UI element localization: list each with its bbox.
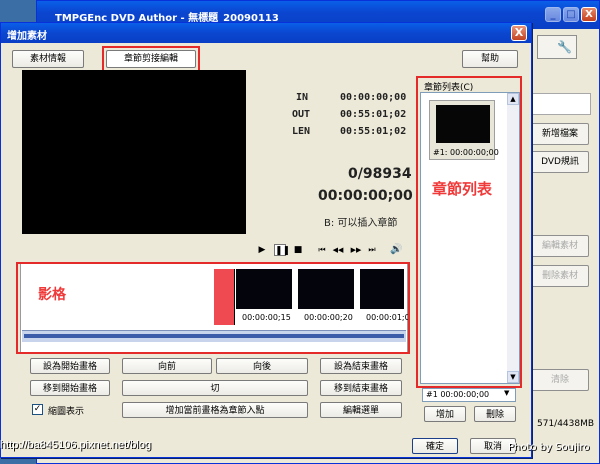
in-timecode: 00:00:00;00 (340, 92, 407, 103)
edit-material-button[interactable]: 編輯素材 (531, 235, 589, 257)
tool-button[interactable]: 🔧 (537, 35, 577, 59)
delete-button[interactable]: 刪除 (474, 406, 516, 422)
cut-button[interactable]: 切 (122, 380, 308, 396)
edit-menu-button[interactable]: 編輯選單 (320, 402, 402, 418)
len-timecode: 00:55:01;02 (340, 126, 407, 137)
delete-material-button[interactable]: 刪除素材 (531, 265, 589, 287)
goto-start-frame-button[interactable]: 移到開始畫格 (30, 380, 110, 396)
stop-icon[interactable]: ■ (292, 244, 304, 256)
timeline-annotation: 影格 (38, 287, 66, 303)
dialog-titlebar: 增加素材 X (1, 23, 531, 43)
timeline-highlight (16, 262, 410, 354)
dvd-info-button[interactable]: DVD規訊 (531, 151, 589, 173)
set-start-frame-button[interactable]: 設為開始畫格 (30, 358, 110, 374)
prev-button[interactable]: 向前 (122, 358, 212, 374)
zoom-display-label: 縮圖表示 (48, 407, 85, 417)
last-frame-icon[interactable]: ⏭ (366, 244, 378, 256)
chapter-hint: B: 可以插入章節 (324, 218, 398, 229)
chapter-select[interactable]: #1 00:00:00;00 (422, 388, 516, 402)
forward-icon[interactable]: ▶▶ (350, 244, 362, 256)
zoom-display-checkbox[interactable]: ✓ (32, 404, 43, 415)
disc-size-readout: 571/4438MB (537, 419, 595, 429)
ok-button[interactable]: 確定 (412, 438, 458, 454)
chapter-list-annotation: 章節列表 (432, 180, 493, 198)
chapter-list-highlight (416, 76, 522, 388)
pause-icon[interactable]: ❚❚ (274, 244, 290, 256)
out-timecode: 00:55:01;02 (340, 109, 407, 120)
chapter-tab-highlight (102, 46, 200, 72)
help-button[interactable]: 幫助 (462, 50, 518, 68)
video-preview (22, 70, 246, 234)
in-label: IN (296, 92, 309, 103)
play-icon[interactable]: ▶ (256, 244, 268, 256)
maximize-button[interactable]: □ (563, 7, 579, 22)
out-label: OUT (292, 109, 311, 120)
new-file-button[interactable]: 新增檔案 (531, 123, 589, 145)
clear-button[interactable]: 清除 (531, 369, 589, 391)
len-label: LEN (292, 126, 311, 137)
add-button[interactable]: 增加 (424, 406, 466, 422)
rewind-icon[interactable]: ◀◀ (332, 244, 344, 256)
side-panel-field (531, 93, 591, 115)
add-chapter-button[interactable]: 增加當前畫格為章節入點 (122, 402, 308, 418)
volume-icon[interactable]: 🔊 (390, 244, 402, 256)
dialog-close-button[interactable]: X (511, 25, 527, 41)
dialog-title: 增加素材 (7, 31, 47, 42)
photo-credit: Photo by Soujiro (508, 442, 590, 453)
minimize-button[interactable]: _ (545, 7, 561, 22)
watermark-url: http://ba845106.pixnet.net/blog (0, 439, 152, 451)
current-timecode: 00:00:00;00 (318, 188, 413, 204)
next-button[interactable]: 向後 (216, 358, 308, 374)
set-end-frame-button[interactable]: 設為結束畫格 (320, 358, 402, 374)
chevron-down-icon[interactable]: ▼ (504, 389, 509, 397)
goto-end-frame-button[interactable]: 移到結束畫格 (320, 380, 402, 396)
first-frame-icon[interactable]: ⏮ (316, 244, 328, 256)
main-close-button[interactable]: X (581, 7, 597, 22)
frame-counter: 0/98934 (348, 166, 412, 182)
tab-material-info[interactable]: 素材情報 (12, 50, 84, 68)
